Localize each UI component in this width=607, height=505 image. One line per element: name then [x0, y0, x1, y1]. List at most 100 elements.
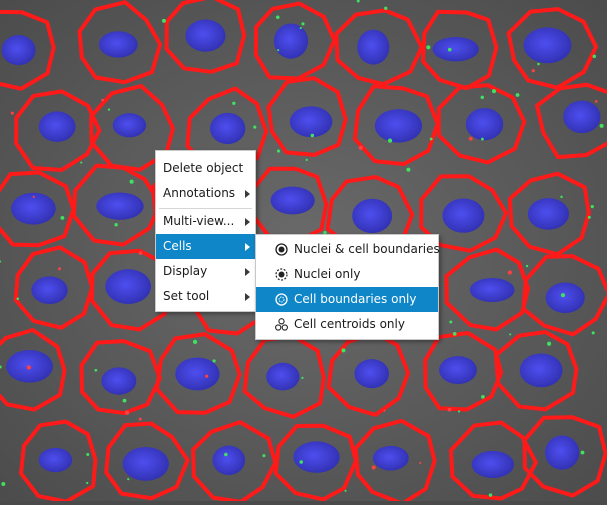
fluorescent-speckle	[587, 215, 591, 219]
fluorescent-speckle	[276, 149, 281, 153]
fluorescent-speckle	[537, 62, 540, 66]
nucleus	[469, 277, 515, 303]
submenu-arrow-icon	[245, 218, 250, 226]
menu-item-label: Display	[163, 264, 208, 278]
fluorescent-speckle	[488, 493, 493, 497]
nucleus	[31, 276, 68, 305]
fluorescent-speckle	[387, 138, 393, 143]
fluorescent-speckle	[129, 179, 134, 184]
fluorescent-speckle	[590, 205, 594, 209]
menu-item-nuclei-and-cell-boundaries[interactable]: Nuclei & cell boundaries	[256, 237, 440, 262]
fluorescent-speckle	[275, 15, 280, 20]
fluorescent-speckle	[262, 454, 266, 458]
menu-item-multi-view[interactable]: Multi-view...	[156, 209, 255, 234]
menu-item-nuclei-only[interactable]: Nuclei only	[256, 262, 438, 287]
fluorescent-speckle	[122, 398, 127, 403]
menu-item-label: Cell boundaries only	[294, 292, 417, 306]
fluorescent-speckle	[458, 410, 461, 413]
nucleus	[465, 108, 504, 141]
fluorescent-speckle	[60, 215, 65, 220]
fluorescent-speckle	[232, 101, 236, 105]
fluorescent-speckle	[301, 376, 304, 379]
nucleus	[38, 447, 73, 473]
submenu-arrow-icon	[245, 268, 250, 276]
fluorescent-speckle	[481, 395, 485, 399]
fluorescent-speckle	[480, 137, 484, 141]
fluorescent-speckle	[344, 489, 347, 492]
fluorescent-speckle	[592, 54, 597, 59]
fluorescent-speckle	[509, 333, 512, 336]
fluorescent-speckle	[383, 409, 386, 412]
fluorescent-speckle	[161, 18, 166, 23]
fluorescent-speckle	[305, 158, 308, 161]
fluorescent-speckle	[253, 125, 257, 129]
submenu-arrow-icon	[245, 293, 250, 301]
fluorescent-speckle	[507, 270, 512, 275]
nucleus	[212, 445, 246, 475]
fluorescent-speckle	[32, 195, 35, 198]
menu-item-label: Multi-view...	[163, 214, 235, 228]
fluorescent-speckle	[114, 222, 118, 227]
nucleus	[175, 357, 220, 391]
menu-item-delete-object[interactable]: Delete object	[156, 156, 255, 181]
cell-centroids-icon	[275, 318, 288, 331]
fluorescent-speckle	[138, 417, 142, 421]
menu-item-label: Cells	[163, 239, 192, 253]
fluorescent-speckle	[101, 98, 105, 102]
nucleus	[289, 106, 333, 138]
nucleus	[185, 19, 226, 52]
menu-item-cell-boundaries-only[interactable]: Cell boundaries only	[256, 287, 438, 312]
fluorescent-speckle	[86, 481, 89, 485]
nucleus	[209, 112, 246, 145]
menu-item-annotations[interactable]: Annotations	[156, 181, 255, 206]
fluorescent-speckle	[205, 374, 209, 378]
nucleus	[1, 35, 36, 66]
fluorescent-speckle	[86, 453, 90, 457]
fluorescent-speckle	[192, 339, 198, 344]
menu-item-set-tool[interactable]: Set tool	[156, 284, 255, 309]
nucleus	[96, 192, 144, 220]
fluorescent-speckle	[26, 365, 32, 370]
fluorescent-speckle	[515, 93, 520, 97]
nucleus	[563, 100, 601, 134]
nucleus	[293, 441, 340, 473]
nuclei-only-icon	[275, 268, 288, 281]
submenu-arrow-icon	[245, 243, 250, 251]
menu-item-label: Nuclei & cell boundaries	[294, 242, 440, 256]
nucleus	[374, 109, 423, 143]
fluorescent-speckle	[1, 482, 6, 486]
fluorescent-speckle	[58, 267, 62, 271]
nucleus	[523, 27, 572, 64]
fluorescent-speckle	[310, 133, 315, 138]
fluorescent-speckle	[591, 331, 595, 335]
nucleus	[98, 31, 138, 58]
fluorescent-speckle	[580, 450, 585, 455]
fluorescent-speckle	[301, 22, 305, 26]
fluorescent-speckle	[426, 45, 431, 50]
fluorescent-speckle	[546, 341, 552, 346]
menu-item-label: Delete object	[163, 161, 244, 175]
menu-item-display[interactable]: Display	[156, 259, 255, 284]
nucleus	[105, 269, 152, 304]
fluorescent-speckle	[599, 123, 604, 128]
fluorescent-speckle	[560, 293, 566, 298]
menu-item-cell-centroids-only[interactable]: Cell centroids only	[256, 312, 438, 337]
submenu-arrow-icon	[245, 190, 250, 198]
fluorescent-speckle	[16, 297, 20, 301]
fluorescent-speckle	[531, 69, 535, 73]
nucleus	[266, 362, 300, 391]
fluorescent-speckle	[124, 410, 130, 415]
fluorescent-speckle	[525, 264, 529, 268]
fluorescent-speckle	[384, 6, 388, 10]
fluorescent-speckle	[468, 136, 473, 141]
fluorescent-speckle	[447, 47, 452, 52]
fluorescent-speckle	[94, 368, 98, 372]
fluorescent-speckle	[560, 195, 563, 199]
nucleus	[471, 450, 515, 479]
menu-item-label: Nuclei only	[294, 267, 361, 281]
menu-item-cells[interactable]: Cells	[156, 234, 255, 259]
nucleus	[439, 356, 477, 385]
nucleus	[38, 111, 76, 142]
fluorescent-speckle	[480, 95, 484, 100]
fluorescent-speckle	[594, 100, 598, 103]
